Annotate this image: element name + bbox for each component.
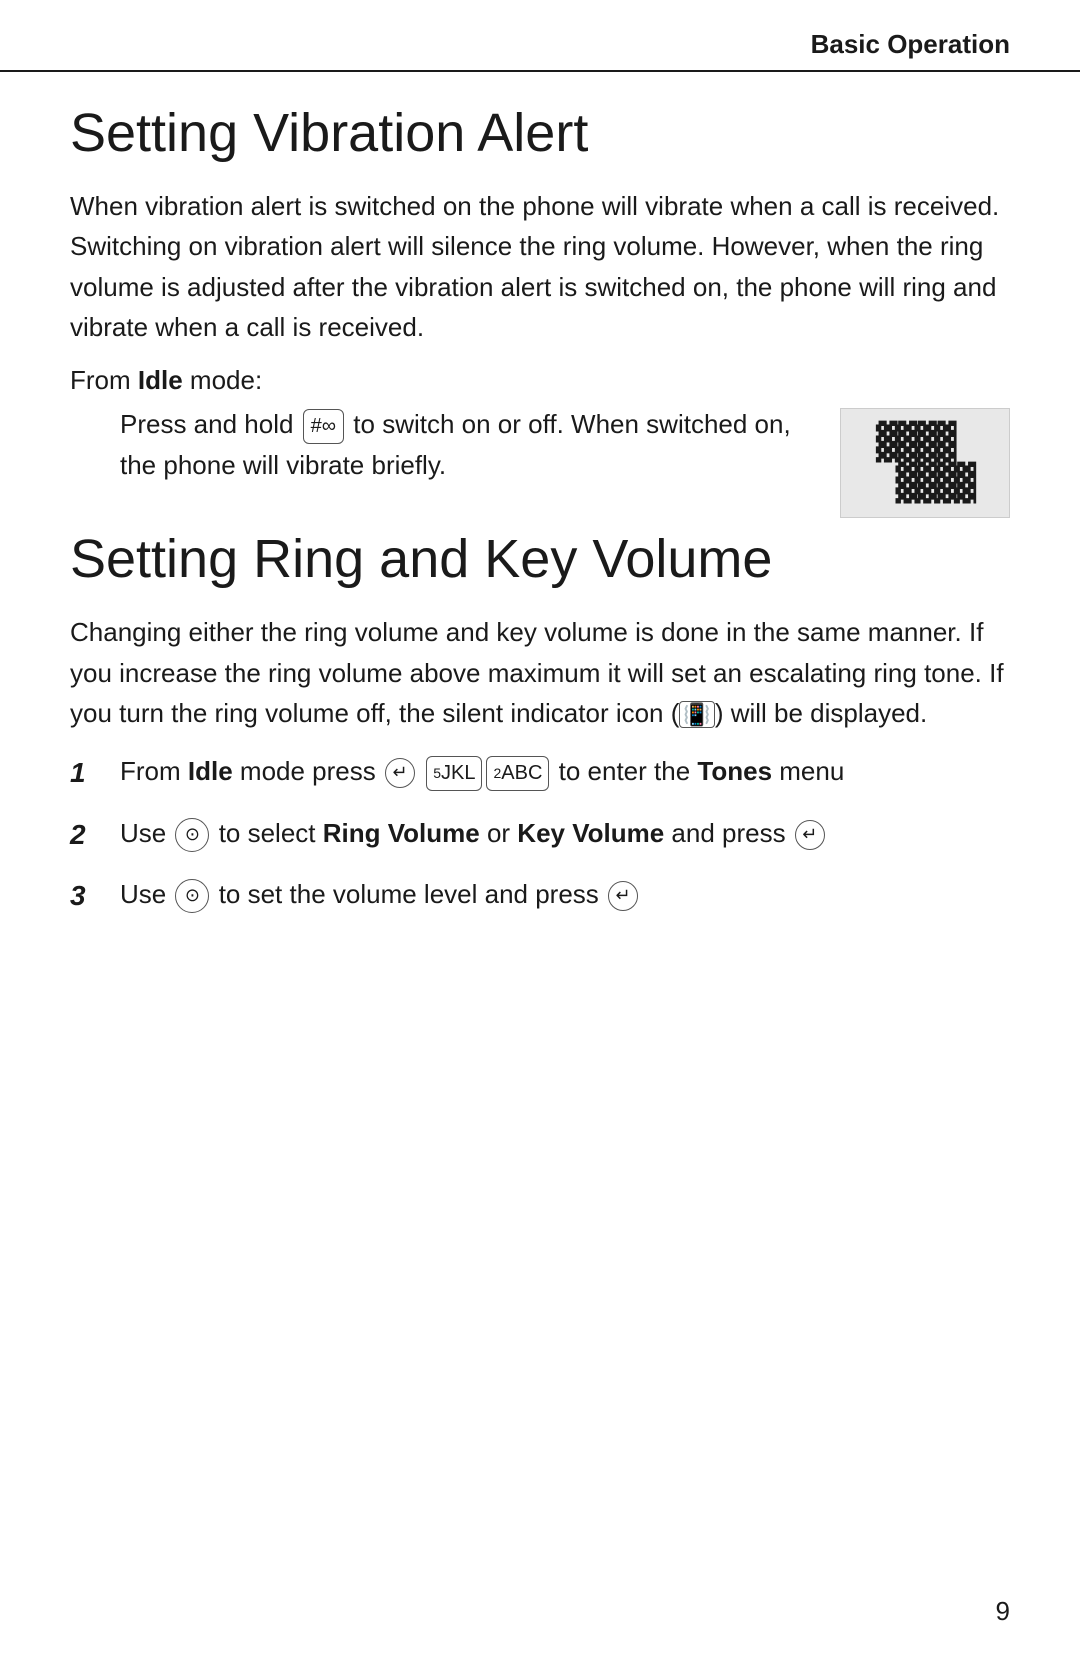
instruction-block: Press and hold #∞ to switch on or off. W… [120,404,1010,518]
ring-volume-bold: Ring Volume [323,818,480,848]
idle-bold-1: Idle [188,756,233,786]
from-mode-suffix: mode: [183,365,263,395]
step-1-content: From Idle mode press ↵ 5JKL2ABC to enter… [120,751,1010,791]
step-2-number: 2 [70,813,120,856]
nav-button-2: ⊙ [175,818,209,852]
section2: Setting Ring and Key Volume Changing eit… [70,528,1010,917]
section1-intro: When vibration alert is switched on the … [70,186,1010,347]
vibration-image: ▓▓▓▓ ▓▓▓▓ [840,408,1010,518]
step-3-number: 3 [70,874,120,917]
nav-button-3: ⊙ [175,879,209,913]
page-number: 9 [996,1596,1010,1627]
step-2: 2 Use ⊙ to select Ring Volume or Key Vol… [70,813,1010,856]
from-mode-line: From Idle mode: [70,365,1010,396]
section1-title: Setting Vibration Alert [70,102,1010,164]
step-1: 1 From Idle mode press ↵ 5JKL2ABC to ent… [70,751,1010,794]
step-3: 3 Use ⊙ to set the volume level and pres… [70,874,1010,917]
vibration-icon: ▓▓▓▓ ▓▓▓▓ [876,422,974,504]
hash-button-icon: #∞ [303,409,344,444]
step-1-number: 1 [70,751,120,794]
steps-list: 1 From Idle mode press ↵ 5JKL2ABC to ent… [70,751,1010,917]
header-title: Basic Operation [811,29,1010,59]
step-3-content: Use ⊙ to set the volume level and press … [120,874,1010,914]
instruction-text: Press and hold #∞ to switch on or off. W… [120,404,840,485]
tones-bold: Tones [697,756,772,786]
content-area: Setting Vibration Alert When vibration a… [0,102,1080,917]
section2-title: Setting Ring and Key Volume [70,528,1010,590]
key-volume-bold: Key Volume [517,818,664,848]
ok-button-3: ↵ [608,881,638,911]
press-hold-text: Press and hold [120,409,301,439]
5jkl-button: 5JKL [426,756,482,791]
silent-icon: 📳 [679,701,714,728]
page-header: Basic Operation [0,0,1080,72]
from-mode-label: From [70,365,138,395]
ok-button-1: ↵ [385,758,415,788]
from-mode-word: Idle [138,365,183,395]
section2-intro: Changing either the ring volume and key … [70,612,1010,733]
2abc-button: 2ABC [486,756,549,791]
ok-button-2: ↵ [795,820,825,850]
step-2-content: Use ⊙ to select Ring Volume or Key Volum… [120,813,1010,853]
